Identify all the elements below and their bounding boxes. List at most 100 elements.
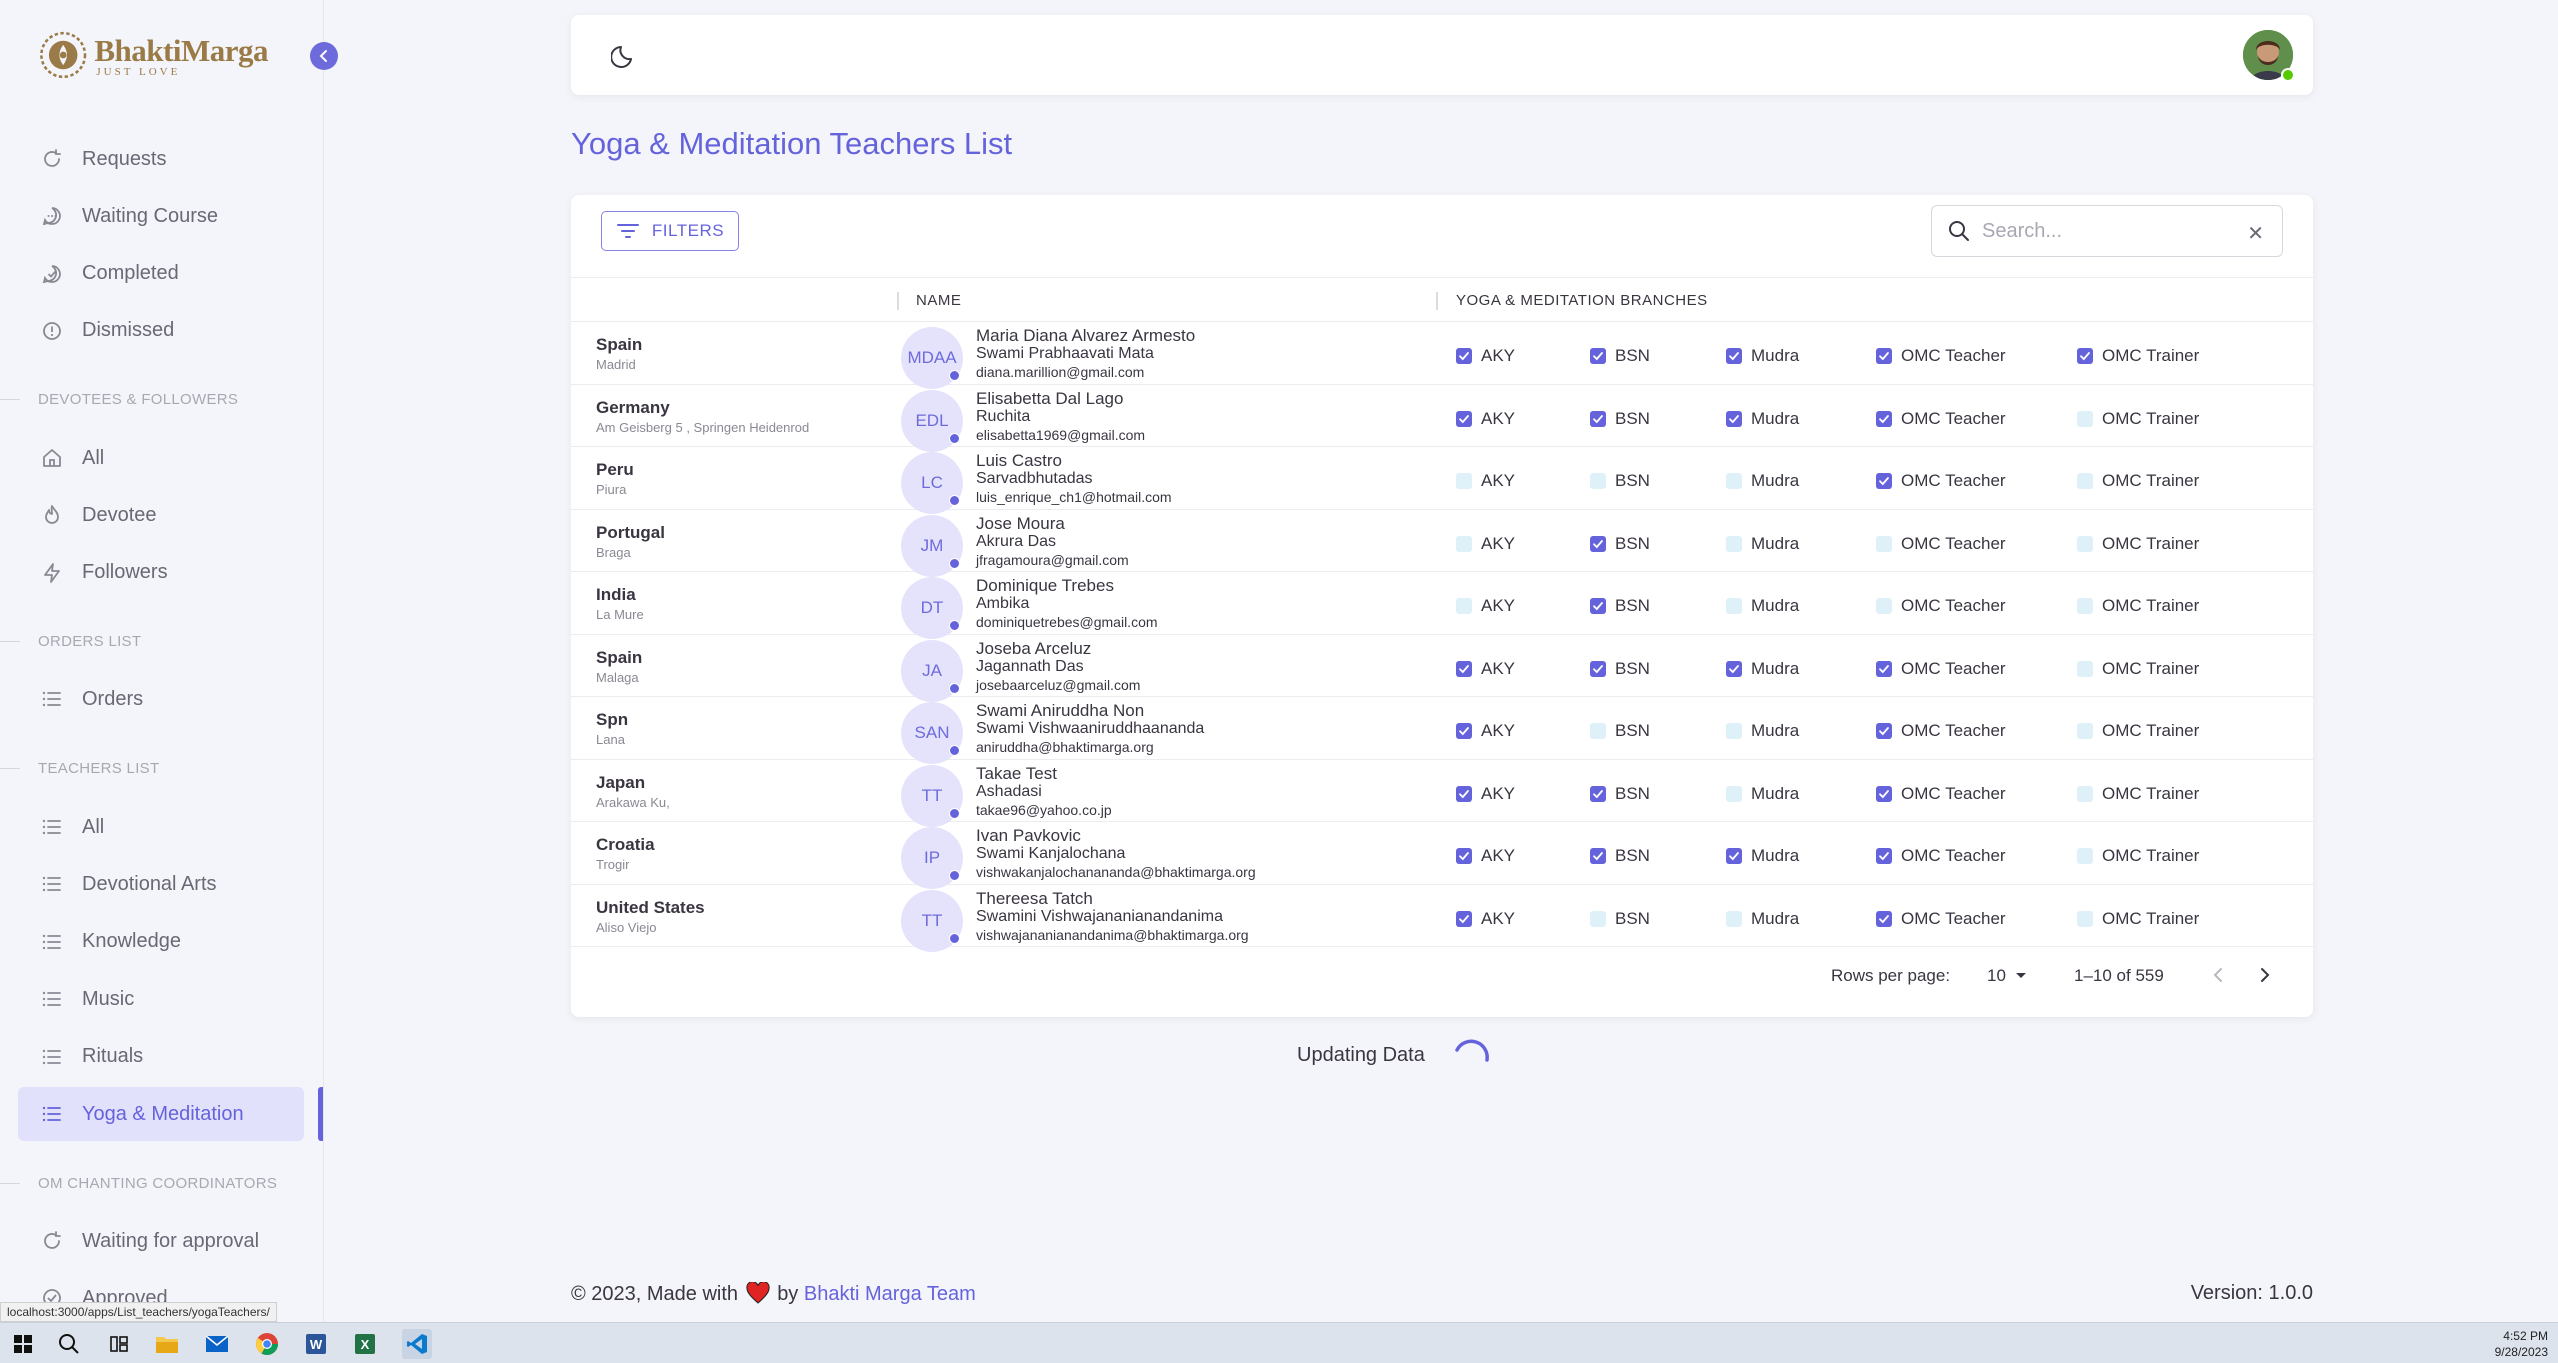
sidebar-item-orders-orders[interactable]: Orders — [18, 672, 304, 726]
table-row[interactable]: Japan Arakawa Ku, TT Takae Test Ashadasi taka… — [571, 760, 2313, 827]
branch-checkbox-bsn[interactable]: BSN — [1590, 471, 1650, 491]
search-input[interactable] — [1982, 219, 2222, 243]
checkbox-checked-icon[interactable] — [1876, 473, 1892, 489]
table-row[interactable]: Spain Madrid MDAA Maria Diana Alvarez Armes… — [571, 322, 2313, 389]
branch-checkbox-aky[interactable]: AKY — [1456, 409, 1515, 429]
checkbox-checked-icon[interactable] — [1876, 723, 1892, 739]
dark-mode-moon-icon[interactable] — [611, 41, 639, 69]
team-link[interactable]: Bhakti Marga Team — [804, 1283, 976, 1305]
branch-checkbox-omc-trainer[interactable]: OMC Trainer — [2077, 409, 2199, 429]
vscode-icon[interactable] — [402, 1329, 432, 1359]
checkbox-checked-icon[interactable] — [1876, 785, 1892, 802]
branch-checkbox-mudra[interactable]: Mudra — [1726, 471, 1799, 491]
branch-checkbox-bsn[interactable]: BSN — [1590, 909, 1650, 929]
branch-checkbox-aky[interactable]: AKY — [1456, 659, 1515, 679]
branch-checkbox-aky[interactable]: AKY — [1456, 721, 1515, 741]
sidebar-item-teachers-yoga-and-meditation[interactable]: Yoga & Meditation — [18, 1087, 304, 1141]
branch-checkbox-aky[interactable]: AKY — [1456, 534, 1515, 554]
branch-checkbox-bsn[interactable]: BSN — [1590, 846, 1650, 866]
checkbox-unchecked-icon[interactable] — [1876, 535, 1892, 552]
search-taskbar-icon[interactable] — [56, 1331, 82, 1357]
checkbox-checked-icon[interactable] — [1456, 723, 1472, 739]
branch-checkbox-aky[interactable]: AKY — [1456, 784, 1515, 804]
branch-checkbox-aky[interactable]: AKY — [1456, 346, 1515, 366]
excel-icon[interactable]: X — [352, 1331, 378, 1357]
table-row[interactable]: Peru Piura LC Luis Castro Sarvadbhutadas luis… — [571, 447, 2313, 514]
search-field[interactable]: ✕ — [1931, 205, 2283, 257]
sidebar-item-requests-requests[interactable]: Requests — [18, 132, 304, 186]
checkbox-checked-icon[interactable] — [1590, 535, 1606, 552]
word-icon[interactable]: W — [303, 1331, 329, 1357]
branch-checkbox-omc-teacher[interactable]: OMC Teacher — [1876, 534, 2006, 554]
branch-checkbox-mudra[interactable]: Mudra — [1726, 721, 1799, 741]
sidebar-item-om-waiting-for-approval[interactable]: Waiting for approval — [18, 1214, 304, 1268]
brand-logo[interactable]: BhaktiMarga JUST LOVE — [38, 24, 268, 86]
branch-checkbox-omc-trainer[interactable]: OMC Trainer — [2077, 846, 2199, 866]
checkbox-checked-icon[interactable] — [1876, 910, 1892, 927]
branch-checkbox-mudra[interactable]: Mudra — [1726, 534, 1799, 554]
branch-checkbox-aky[interactable]: AKY — [1456, 846, 1515, 866]
branch-checkbox-omc-teacher[interactable]: OMC Teacher — [1876, 784, 2006, 804]
branch-checkbox-omc-trainer[interactable]: OMC Trainer — [2077, 346, 2199, 366]
branch-checkbox-aky[interactable]: AKY — [1456, 909, 1515, 929]
branch-checkbox-omc-teacher[interactable]: OMC Teacher — [1876, 409, 2006, 429]
branch-checkbox-omc-trainer[interactable]: OMC Trainer — [2077, 784, 2199, 804]
branch-checkbox-omc-trainer[interactable]: OMC Trainer — [2077, 909, 2199, 929]
branch-checkbox-mudra[interactable]: Mudra — [1726, 596, 1799, 616]
checkbox-checked-icon[interactable] — [1726, 410, 1742, 427]
clear-search-icon[interactable]: ✕ — [2247, 221, 2264, 246]
branch-checkbox-omc-teacher[interactable]: OMC Teacher — [1876, 471, 2006, 491]
sidebar-item-devotees-devotee[interactable]: Devotee — [18, 488, 304, 542]
branch-checkbox-mudra[interactable]: Mudra — [1726, 846, 1799, 866]
branch-checkbox-aky[interactable]: AKY — [1456, 596, 1515, 616]
sidebar-item-teachers-rituals[interactable]: Rituals — [18, 1030, 304, 1084]
task-view-icon[interactable] — [106, 1331, 132, 1357]
checkbox-checked-icon[interactable] — [1726, 348, 1742, 364]
table-row[interactable]: United States Aliso Viejo TT Thereesa Tatch… — [571, 885, 2313, 952]
checkbox-unchecked-icon[interactable] — [2077, 723, 2093, 739]
checkbox-unchecked-icon[interactable] — [2077, 473, 2093, 489]
mail-icon[interactable] — [204, 1331, 230, 1357]
checkbox-unchecked-icon[interactable] — [1456, 473, 1472, 489]
checkbox-unchecked-icon[interactable] — [1590, 723, 1606, 739]
checkbox-checked-icon[interactable] — [1456, 660, 1472, 677]
branch-checkbox-bsn[interactable]: BSN — [1590, 659, 1650, 679]
checkbox-unchecked-icon[interactable] — [2077, 598, 2093, 614]
checkbox-unchecked-icon[interactable] — [1876, 598, 1892, 614]
checkbox-checked-icon[interactable] — [1726, 848, 1742, 864]
checkbox-unchecked-icon[interactable] — [1726, 473, 1742, 489]
checkbox-checked-icon[interactable] — [1726, 660, 1742, 677]
checkbox-unchecked-icon[interactable] — [1726, 785, 1742, 802]
checkbox-checked-icon[interactable] — [1590, 785, 1606, 802]
sidebar-item-teachers-music[interactable]: Music — [18, 972, 304, 1026]
caret-down-icon[interactable] — [2015, 972, 2027, 980]
branch-checkbox-mudra[interactable]: Mudra — [1726, 909, 1799, 929]
branch-checkbox-omc-trainer[interactable]: OMC Trainer — [2077, 721, 2199, 741]
branch-checkbox-omc-trainer[interactable]: OMC Trainer — [2077, 534, 2199, 554]
table-row[interactable]: Croatia Trogir IP Ivan Pavkovic Swami Kanjal… — [571, 822, 2313, 889]
windows-start-icon[interactable] — [10, 1331, 36, 1357]
branch-checkbox-aky[interactable]: AKY — [1456, 471, 1515, 491]
checkbox-checked-icon[interactable] — [1456, 348, 1472, 364]
taskbar-clock[interactable]: 4:52 PM 9/28/2023 — [2495, 1328, 2548, 1360]
sidebar-item-teachers-devotional-arts[interactable]: Devotional Arts — [18, 857, 304, 911]
table-row[interactable]: India La Mure DT Dominique Trebes Ambika domi… — [571, 572, 2313, 639]
table-row[interactable]: Spain Malaga JA Joseba Arceluz Jagannath Das… — [571, 635, 2313, 702]
checkbox-unchecked-icon[interactable] — [1726, 535, 1742, 552]
branch-checkbox-bsn[interactable]: BSN — [1590, 596, 1650, 616]
branch-checkbox-bsn[interactable]: BSN — [1590, 346, 1650, 366]
sidebar-item-devotees-followers[interactable]: Followers — [18, 546, 304, 600]
checkbox-checked-icon[interactable] — [1590, 598, 1606, 614]
sidebar-item-requests-dismissed[interactable]: Dismissed — [18, 304, 304, 358]
branch-checkbox-bsn[interactable]: BSN — [1590, 409, 1650, 429]
checkbox-checked-icon[interactable] — [1456, 848, 1472, 864]
branch-checkbox-omc-trainer[interactable]: OMC Trainer — [2077, 471, 2199, 491]
table-row[interactable]: Germany Am Geisberg 5 , Springen Heidenro… — [571, 385, 2313, 452]
checkbox-checked-icon[interactable] — [1456, 785, 1472, 802]
checkbox-unchecked-icon[interactable] — [2077, 535, 2093, 552]
checkbox-checked-icon[interactable] — [1590, 848, 1606, 864]
sidebar-item-requests-waiting-course[interactable]: Waiting Course — [18, 189, 304, 243]
sidebar-item-teachers-knowledge[interactable]: Knowledge — [18, 915, 304, 969]
checkbox-unchecked-icon[interactable] — [1590, 473, 1606, 489]
next-page-icon[interactable] — [2255, 965, 2275, 985]
